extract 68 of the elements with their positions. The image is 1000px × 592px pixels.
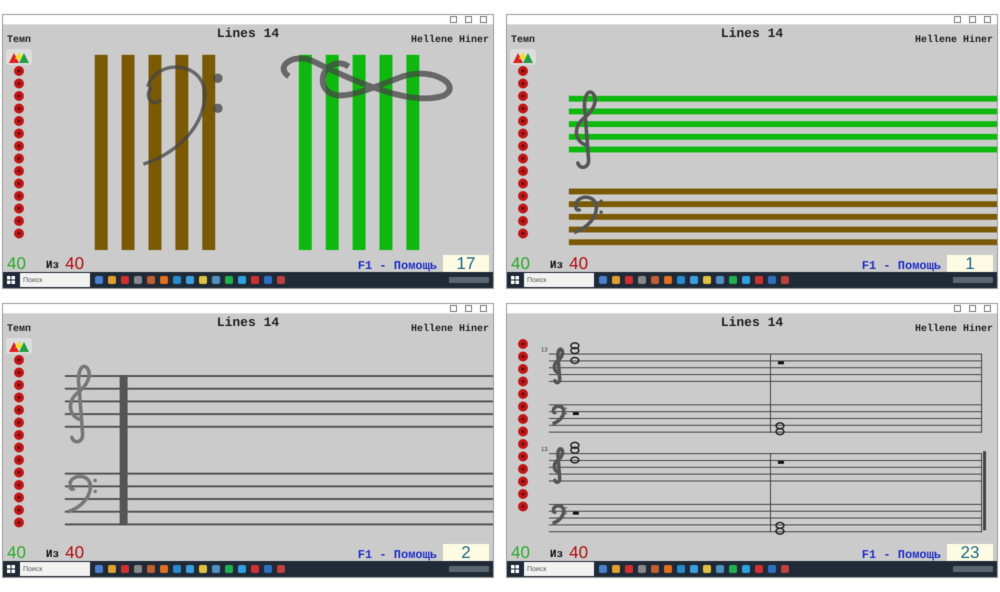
chord-notes [570,342,580,364]
minimize-icon[interactable] [450,305,457,312]
rest-mark [572,512,579,515]
system-tray [953,277,993,283]
close-icon[interactable] [480,16,487,23]
start-icon[interactable] [511,565,519,573]
of-label: Из [46,550,60,561]
tempo-label: Темп [7,34,32,46]
rest-mark [572,412,579,416]
tempo-gauge-icon[interactable] [6,338,32,354]
total-value: 40 [569,544,588,561]
minimize-icon[interactable] [954,305,961,312]
start-icon[interactable] [511,276,519,284]
score-value: 40 [7,544,26,561]
total-value: 40 [65,255,84,272]
help-hint: F1 - Помощь [358,549,437,561]
total-value: 40 [569,255,588,272]
score-value: 40 [511,544,530,561]
maximize-icon[interactable] [969,305,976,312]
lesson-title: Lines 14 [216,25,280,41]
system-tray [449,277,489,283]
bass-clef-drawing [550,404,567,426]
bass-clef-drawing [572,195,603,234]
start-icon[interactable] [7,565,15,573]
tempo-gauge-icon[interactable] [510,49,536,65]
lesson-title: Lines 14 [720,314,784,330]
of-label: Из [46,261,60,272]
maximize-icon[interactable] [465,16,472,23]
author-name: Hellene Hiner [914,34,993,46]
tempo-gauge-icon[interactable] [6,49,32,65]
minimize-icon[interactable] [450,16,457,23]
chord-notes [570,442,580,464]
tempo-label: Темп [511,34,536,46]
maximize-icon[interactable] [969,16,976,23]
total-value: 40 [65,544,84,561]
close-icon[interactable] [480,305,487,312]
bass-clef-drawing [550,504,567,526]
chord-notes [775,422,785,436]
lesson-title: Lines 14 [216,314,280,330]
lesson-title: Lines 14 [720,25,784,41]
close-icon[interactable] [984,16,991,23]
maximize-icon[interactable] [465,305,472,312]
author-name: Hellene Hiner [410,34,489,46]
help-hint: F1 - Помощь [358,260,437,272]
of-label: Из [550,261,564,272]
start-icon[interactable] [7,276,15,284]
author-name: Hellene Hiner [410,322,489,335]
counter-value: 2 [443,544,489,561]
author-name: Hellene Hiner [914,322,993,335]
counter-value: 17 [443,255,489,272]
rest-mark [778,361,784,364]
system-tray [449,566,489,572]
close-icon[interactable] [984,305,991,312]
counter-value: 1 [947,255,993,272]
treble-clef-drawing [552,347,564,384]
score-value: 40 [511,255,530,272]
minimize-icon[interactable] [954,16,961,23]
help-hint: F1 - Помощь [862,549,941,561]
score-value: 40 [7,255,26,272]
tempo-label: Темп [7,323,32,335]
help-hint: F1 - Помощь [862,260,941,272]
counter-value: 23 [947,544,993,561]
chord-notes [775,522,785,535]
of-label: Из [550,550,564,561]
bass-clef-drawing [66,474,97,514]
rest-mark [778,460,784,464]
treble-clef-drawing [552,446,564,484]
system-tray [953,566,993,572]
